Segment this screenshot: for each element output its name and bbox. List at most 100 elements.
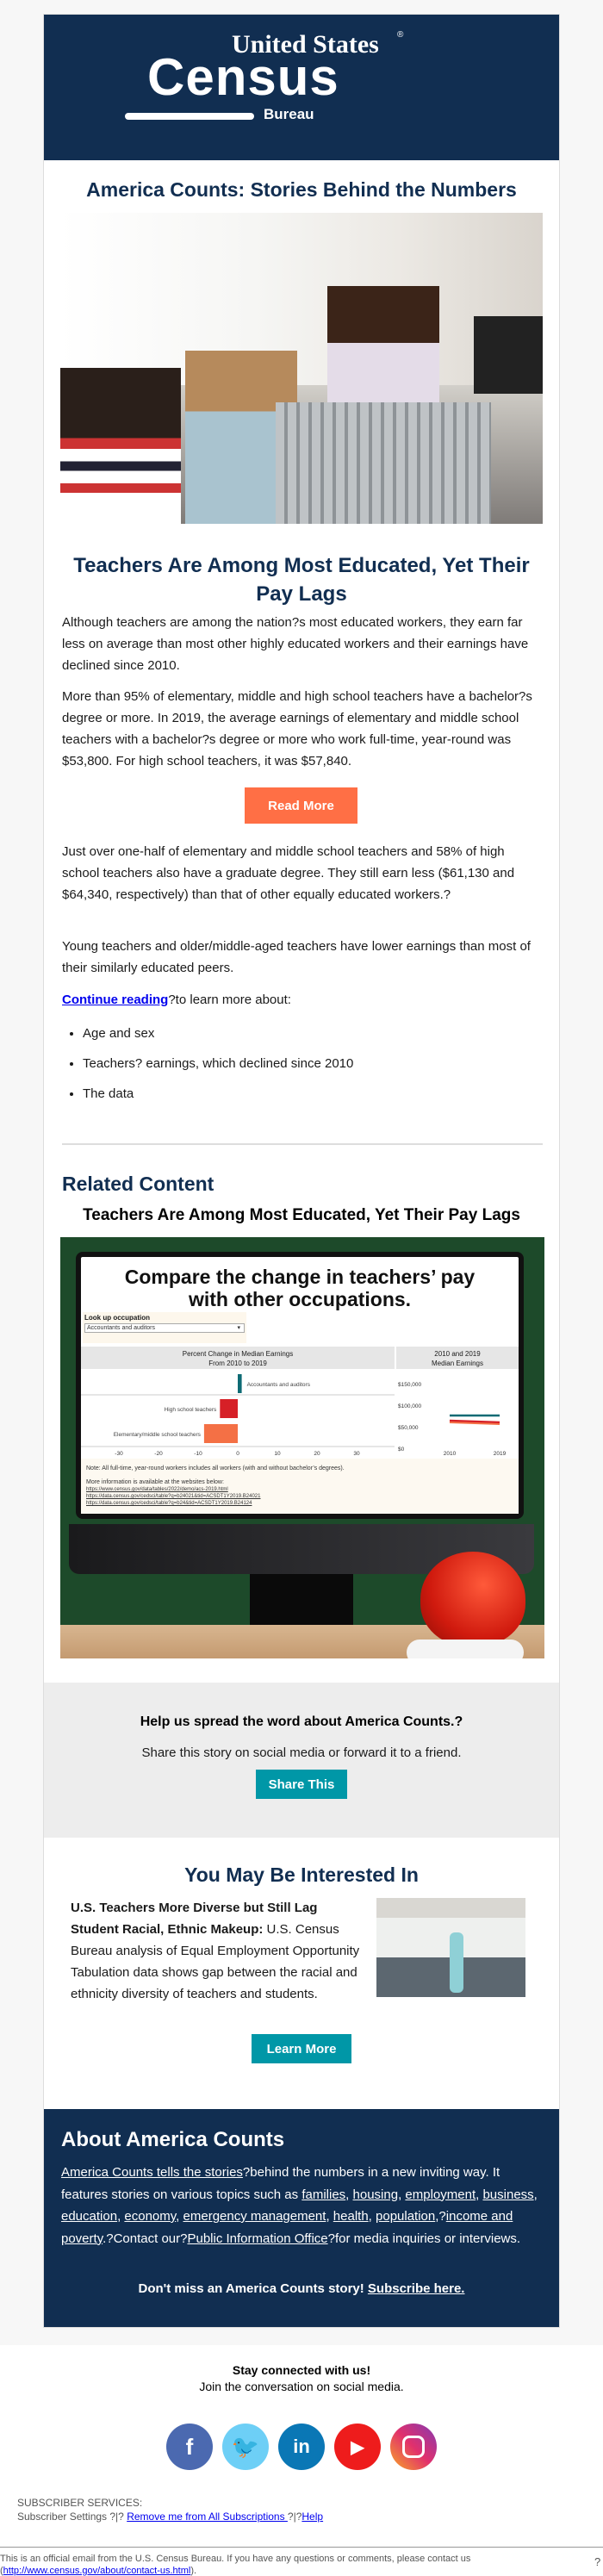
year-label: 2019 [494, 1451, 507, 1457]
subscribe-text: Don't miss an America Counts story! [138, 2281, 368, 2296]
about-text-2: ,? [435, 2209, 446, 2224]
subscriber-links: Subscriber Settings ?|? Remove me from A… [17, 2511, 323, 2523]
footer-divider [0, 2547, 603, 2548]
x-tick-label: -30 [115, 1451, 123, 1457]
logo-line3: Bureau [264, 106, 314, 122]
topic-link[interactable]: housing [353, 2187, 399, 2202]
bar-label: Accountants and auditors [247, 1382, 311, 1388]
monitor-stand [250, 1574, 353, 1626]
subscriber-settings[interactable]: Subscriber Settings ?|? [17, 2511, 127, 2523]
continue-rest: ?to learn more about: [168, 992, 291, 1007]
youtube-icon[interactable]: ▶ [334, 2424, 381, 2470]
bar-label: High school teachers [165, 1407, 217, 1413]
monitor-screen: Compare the change in teachers’ pay with… [76, 1252, 524, 1519]
hero-image [60, 213, 543, 524]
related-heading: Related Content [62, 1173, 214, 1195]
bar-label: Elementary/middle school teachers [114, 1432, 202, 1438]
article-paragraph-3: Just over one-half of elementary and mid… [62, 844, 515, 902]
about-text-3: .?Contact our? [103, 2231, 188, 2246]
bar [220, 1399, 238, 1418]
social-icons: f 🐦 in ▶ [166, 2424, 437, 2470]
left-header-2: From 2010 to 2019 [208, 1360, 267, 1367]
graphic-link[interactable]: https://data.census.gov/cedsci/table?q=b… [86, 1494, 260, 1499]
topic-link[interactable]: health [333, 2209, 369, 2224]
y-tick-label: $50,000 [398, 1425, 419, 1431]
graphic-link[interactable]: https://data.census.gov/cedsci/table?q=b… [86, 1501, 252, 1506]
y-tick-label: $100,000 [398, 1403, 421, 1409]
contact-line: (http://www.census.gov/about/contact-us.… [0, 2566, 196, 2576]
logo-line2: Census [147, 48, 339, 106]
median-earnings-line-chart: $150,000 $100,000 $50,000 $0 2010 2019 [398, 1382, 507, 1457]
chevron-down-icon: ▾ [237, 1325, 240, 1331]
occupation-select[interactable]: Accountants and auditors ▾ [84, 1323, 245, 1333]
continue-reading-link[interactable]: Continue reading [62, 992, 168, 1007]
subscriber-services-label: SUBSCRIBER SERVICES: [17, 2497, 143, 2509]
article-paragraph-2: More than 95% of elementary, middle and … [62, 689, 532, 768]
learn-more-button[interactable]: Learn More [252, 2034, 351, 2063]
x-tick-label: 10 [274, 1451, 281, 1457]
public-information-office-link[interactable]: Public Information Office [187, 2231, 327, 2246]
list-item: Age and sex [83, 1025, 531, 1055]
share-section: Help us spread the word about America Co… [44, 1683, 559, 1838]
share-text: Share this story on social media or forw… [141, 1745, 462, 1760]
linkedin-icon[interactable]: in [278, 2424, 325, 2470]
y-tick-label: $150,000 [398, 1382, 421, 1388]
america-counts-link[interactable]: America Counts tells the stories [61, 2165, 243, 2180]
separator: ?|? [287, 2511, 302, 2523]
topic-link[interactable]: families [302, 2187, 345, 2202]
list-item: Teachers? earnings, which declined since… [83, 1055, 531, 1086]
social-heading: Stay connected with us! [232, 2363, 371, 2377]
topics-list: Age and sex Teachers? earnings, which de… [83, 1025, 531, 1116]
x-tick-label: -10 [194, 1451, 202, 1457]
help-link[interactable]: Help [302, 2511, 323, 2523]
topic-link[interactable]: business [482, 2187, 533, 2202]
more-info: More information is available at the web… [86, 1479, 224, 1485]
topic-link[interactable]: employment [405, 2187, 476, 2202]
graphic-link[interactable]: https://www.census.gov/data/tables/2022/… [86, 1487, 228, 1492]
facebook-icon[interactable]: f [166, 2424, 213, 2470]
unsubscribe-link[interactable]: Remove me from All Subscriptions [127, 2511, 288, 2523]
about-text-4: ?for media inquiries or interviews. [327, 2231, 521, 2246]
trailing-char: ? [594, 2555, 601, 2568]
related-subheading[interactable]: Teachers Are Among Most Educated, Yet Th… [44, 1206, 559, 1225]
left-header-1: Percent Change in Median Earnings [182, 1350, 294, 1358]
social-text: Join the conversation on social media. [199, 2380, 404, 2393]
share-this-button[interactable]: Share This [256, 1770, 347, 1799]
x-tick-label: -20 [154, 1451, 163, 1457]
right-header-1: 2010 and 2019 [434, 1350, 481, 1358]
graphic-note: Note: All full-time, year-round workers … [86, 1465, 345, 1472]
official-notice: This is an official email from the U.S. … [0, 2554, 471, 2564]
classroom-image [376, 1898, 525, 1997]
series-title: America Counts: Stories Behind the Numbe… [86, 178, 517, 201]
bar [203, 1424, 238, 1443]
x-tick-label: 30 [353, 1451, 360, 1457]
twitter-icon[interactable]: 🐦 [222, 2424, 269, 2470]
header-banner: United States ® Census Bureau [44, 15, 559, 160]
list-item: The data [83, 1086, 531, 1116]
lookup-label: Look up occupation [84, 1314, 150, 1322]
article-paragraph-4: Young teachers and older/middle-aged tea… [62, 939, 531, 975]
contact-us-link[interactable]: http://www.census.gov/about/contact-us.h… [3, 2566, 191, 2576]
share-heading: Help us spread the word about America Co… [140, 1714, 463, 1729]
right-chart-header: 2010 and 2019 Median Earnings [396, 1347, 519, 1369]
topic-link[interactable]: education [61, 2209, 117, 2224]
graphic-title-1: Compare the change in teachers’ pay [124, 1266, 476, 1288]
topic-link[interactable]: economy [124, 2209, 176, 2224]
topic-link[interactable]: population [376, 2209, 435, 2224]
continue-reading-line: Continue reading?to learn more about: [62, 989, 541, 1011]
note-box: Note: All full-time, year-round workers … [81, 1459, 519, 1514]
census-logo[interactable]: United States ® Census Bureau [44, 15, 559, 160]
logo-bar [125, 113, 254, 120]
subscribe-link[interactable]: Subscribe here. [368, 2281, 465, 2296]
instagram-icon[interactable] [390, 2424, 437, 2470]
occupation-value: Accountants and auditors [87, 1325, 155, 1331]
right-header-2: Median Earnings [431, 1360, 484, 1367]
read-more-button[interactable]: Read More [245, 787, 357, 824]
graphic-title-2: with other occupations. [188, 1288, 412, 1310]
apple-image [420, 1552, 525, 1646]
paren: ). [190, 2566, 197, 2576]
related-graphic[interactable]: Compare the change in teachers’ pay with… [60, 1237, 544, 1658]
topic-link[interactable]: emergency management [183, 2209, 326, 2224]
subscribe-line: Don't miss an America Counts story! Subs… [44, 2281, 559, 2296]
interest-text: U.S. Teachers More Diverse but Still Lag… [71, 1897, 364, 2005]
